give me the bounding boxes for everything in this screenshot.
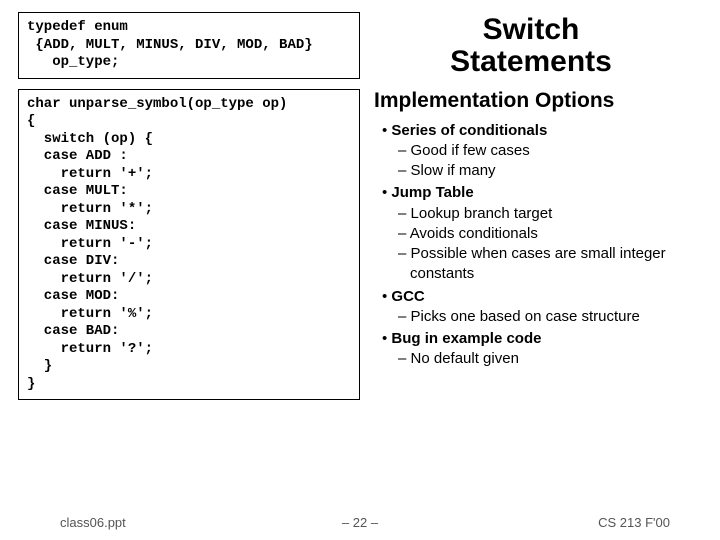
slide-footer: class06.ppt – 22 – CS 213 F'00 (0, 515, 720, 530)
title-line-1: Switch (483, 13, 580, 46)
sub-bullet-item: Slow if many (374, 161, 702, 181)
bullet-item: Bug in example code (374, 329, 702, 349)
slide-title: Switch Statements (360, 12, 702, 77)
sub-bullet-item: No default given (374, 349, 702, 369)
sub-bullet-item: Picks one based on case structure (374, 307, 702, 327)
footer-course: CS 213 F'00 (482, 515, 720, 530)
bullet-item: Jump Table (374, 183, 702, 203)
footer-page-number: – 22 – (238, 515, 483, 530)
sub-bullet-item: Possible when cases are small integer co… (374, 244, 702, 285)
options-column: Implementation Options Series of conditi… (360, 89, 702, 370)
sub-bullet-item: Good if few cases (374, 141, 702, 161)
typedef-code-block: typedef enum {ADD, MULT, MINUS, DIV, MOD… (18, 12, 360, 79)
bullet-item: Series of conditionals (374, 121, 702, 141)
bullet-item: GCC (374, 287, 702, 307)
options-heading: Implementation Options (374, 89, 702, 113)
footer-filename: class06.ppt (0, 515, 238, 530)
sub-bullet-item: Lookup branch target (374, 204, 702, 224)
function-code-block: char unparse_symbol(op_type op) { switch… (18, 89, 360, 401)
options-bullets: Series of conditionals Good if few cases… (374, 121, 702, 370)
sub-bullet-item: Avoids conditionals (374, 224, 702, 244)
title-line-2: Statements (450, 45, 612, 78)
